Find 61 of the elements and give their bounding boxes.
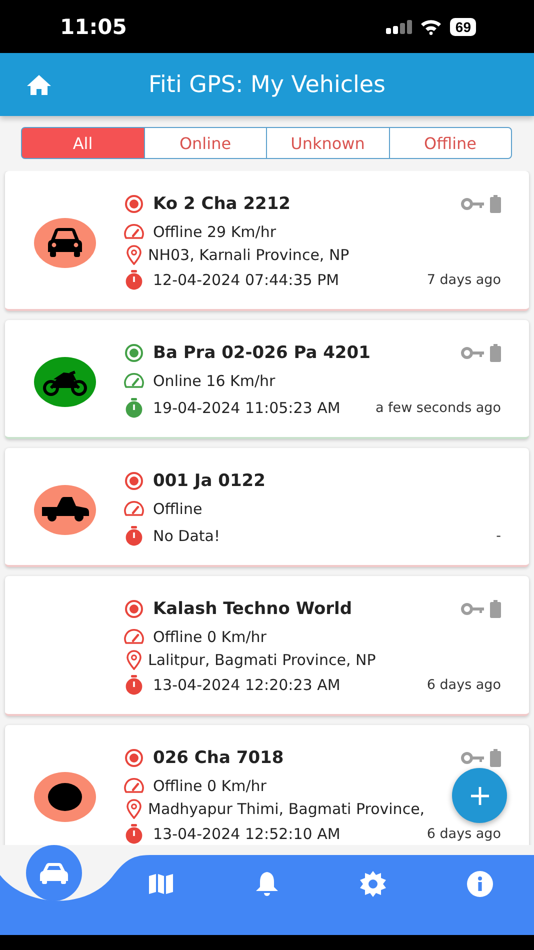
plus-icon bbox=[470, 786, 490, 806]
home-icon[interactable] bbox=[26, 74, 52, 96]
location-address: Lalitpur, Bagmati Province, NP bbox=[148, 650, 376, 668]
stopwatch-icon bbox=[124, 270, 144, 290]
bell-icon bbox=[255, 871, 279, 897]
speed-status: Offline 0 Km/hr bbox=[153, 628, 266, 646]
filter-tab[interactable]: Offline bbox=[388, 127, 512, 159]
vehicle-name: Ko 2 Cha 2212 bbox=[153, 194, 292, 214]
last-update-time: 13-04-2024 12:52:10 AM bbox=[153, 825, 340, 843]
stopwatch-icon bbox=[124, 675, 144, 695]
speed-status: Offline 29 Km/hr bbox=[153, 222, 276, 240]
status-time: 11:05 bbox=[60, 14, 127, 38]
vehicle-name: Ba Pra 02-026 Pa 4201 bbox=[153, 343, 372, 363]
location-pin-icon bbox=[126, 798, 142, 818]
stopwatch-icon bbox=[124, 526, 144, 546]
battery-icon bbox=[490, 600, 501, 618]
car-nav-button[interactable] bbox=[26, 845, 82, 901]
vehicle-card[interactable]: Ba Pra 02-026 Pa 4201 Online 16 Km/hr 19-04-2024 11:05:23 AM a few seconds ago bbox=[5, 320, 529, 439]
filter-tab[interactable]: Online bbox=[144, 127, 267, 159]
battery-level: 69 bbox=[450, 18, 476, 36]
vehicle-card[interactable]: Ko 2 Cha 2212 Offline 29 Km/hr NH03, Karnali Province, NP 12-04-2024 07:44:35 PM 7 days ago bbox=[5, 171, 529, 311]
vehicle-card[interactable]: 026 Cha 7018 Offline 0 Km/hr Madhyapur Thimi, Bagmati Province, 13-04-2024 12:52:10 AM 6 days ago bbox=[5, 725, 529, 845]
time-ago: 6 days ago bbox=[426, 826, 501, 842]
battery-icon bbox=[490, 195, 501, 213]
stopwatch-icon bbox=[124, 824, 144, 844]
location-address: NH03, Karnali Province, NP bbox=[148, 246, 350, 264]
vehicle-name: 001 Ja 0122 bbox=[153, 471, 266, 491]
speed-status: Offline 0 Km/hr bbox=[153, 776, 266, 794]
last-update-time: No Data! bbox=[153, 527, 220, 545]
settings-icon bbox=[360, 871, 386, 897]
last-update-time: 19-04-2024 11:05:23 AM bbox=[153, 399, 340, 417]
speedometer-icon bbox=[124, 628, 144, 644]
time-ago: 7 days ago bbox=[426, 272, 501, 288]
wifi-icon bbox=[420, 18, 442, 34]
speed-status: Offline bbox=[153, 500, 202, 518]
stopwatch-icon bbox=[124, 398, 144, 418]
vehicle-card[interactable]: Kalash Techno World Offline 0 Km/hr Lalitpur, Bagmati Province, NP 13-04-2024 12:20:23 AM 6 days ago bbox=[5, 576, 529, 716]
time-ago: a few seconds ago bbox=[375, 400, 501, 416]
time-ago: 6 days ago bbox=[426, 677, 501, 693]
vehicle-name: 026 Cha 7018 bbox=[153, 748, 285, 768]
vehicle-name: Kalash Techno World bbox=[153, 599, 354, 619]
location-address: Madhyapur Thimi, Bagmati Province, bbox=[148, 800, 425, 818]
battery-icon bbox=[490, 344, 501, 362]
vehicle-card[interactable]: 001 Ja 0122 Offline No Data! - bbox=[5, 448, 529, 567]
speed-status: Online 16 Km/hr bbox=[153, 372, 276, 390]
speedometer-icon bbox=[124, 778, 144, 794]
screen-title: Fiti GPS: My Vehicles bbox=[148, 72, 386, 98]
location-pin-icon bbox=[126, 244, 142, 264]
last-update-time: 12-04-2024 07:44:35 PM bbox=[153, 271, 340, 289]
battery-icon bbox=[490, 749, 501, 767]
map-icon bbox=[148, 873, 174, 895]
time-ago: - bbox=[496, 528, 501, 544]
speedometer-icon bbox=[124, 224, 144, 240]
speedometer-icon bbox=[124, 372, 144, 388]
info-icon bbox=[467, 871, 493, 897]
location-pin-icon bbox=[126, 650, 142, 670]
last-update-time: 13-04-2024 12:20:23 AM bbox=[153, 676, 340, 694]
filter-tab[interactable]: Unknown bbox=[266, 127, 390, 159]
signal-icon bbox=[386, 20, 412, 34]
car-icon bbox=[39, 862, 69, 884]
speedometer-icon bbox=[124, 500, 144, 516]
